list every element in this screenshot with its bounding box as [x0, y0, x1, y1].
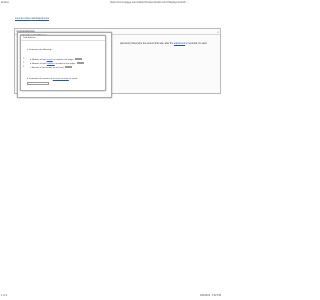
print-footer-datetime: 6/8/2023, 1:52 PM — [200, 294, 222, 297]
assets-input[interactable] — [74, 58, 82, 61]
row-suffix: recorded in the ledger — [55, 62, 76, 65]
assets-link[interactable]: assets — [47, 59, 53, 61]
row-number: 2. — [23, 62, 25, 64]
background-panel-text: (amounts). Determine the amount that was… — [120, 43, 207, 45]
retained-earnings-link[interactable]: retained earnings — [53, 78, 69, 80]
journal-entries-link[interactable]: Journal entries — [15, 17, 31, 20]
print-footer-page: 1 of 1 — [1, 294, 8, 297]
trial-balance-dialog: Trial Balance a. Determine the following… — [20, 35, 106, 91]
divider — [21, 39, 105, 41]
background-text-suffix: is recorded, for each. — [185, 42, 208, 45]
background-text-prefix: (amounts). Determine the amount that was… — [120, 42, 174, 45]
question-row-liabilities: b. Amount of total liabilities recorded … — [30, 62, 84, 65]
top-links: Journal entries and Adjustments — [15, 17, 49, 20]
net-income-input[interactable] — [64, 66, 72, 69]
retained-earnings-input[interactable] — [27, 82, 49, 85]
adjustments-link[interactable]: Adjustments — [36, 17, 49, 20]
question-b-suffix: to report. — [69, 78, 78, 80]
question-row-net-income: c. Amount of net income (or net loss) — [30, 66, 72, 69]
print-header-app: Firefox — [1, 1, 9, 4]
row-prefix: a. Amount of total — [30, 58, 47, 61]
print-header-url: https://v3.cengage.com/static/nb/ui/evo/… — [110, 1, 189, 4]
liabilities-link[interactable]: liabilities — [47, 63, 55, 65]
row-number: 1. — [23, 58, 25, 60]
row-prefix: b. Amount of total — [30, 62, 47, 65]
question-b: b. Determine the amount of retained earn… — [27, 78, 78, 80]
liabilities-input[interactable] — [76, 62, 84, 65]
trial-balance-dialog-title: Trial Balance — [23, 36, 36, 39]
row-suffix: recorded in the ledger — [53, 58, 74, 61]
links-separator: and — [31, 17, 36, 20]
question-row-assets: a. Amount of total assets recorded in th… — [30, 58, 82, 61]
question-a-intro: a. Determine the following: — [27, 49, 52, 51]
row-prefix: c. Amount of net income (or net loss) — [30, 66, 64, 69]
row-number: 3. — [23, 66, 25, 68]
adjustment-link[interactable]: adjustment — [174, 43, 185, 45]
question-b-prefix: b. Determine the amount of — [27, 78, 53, 80]
